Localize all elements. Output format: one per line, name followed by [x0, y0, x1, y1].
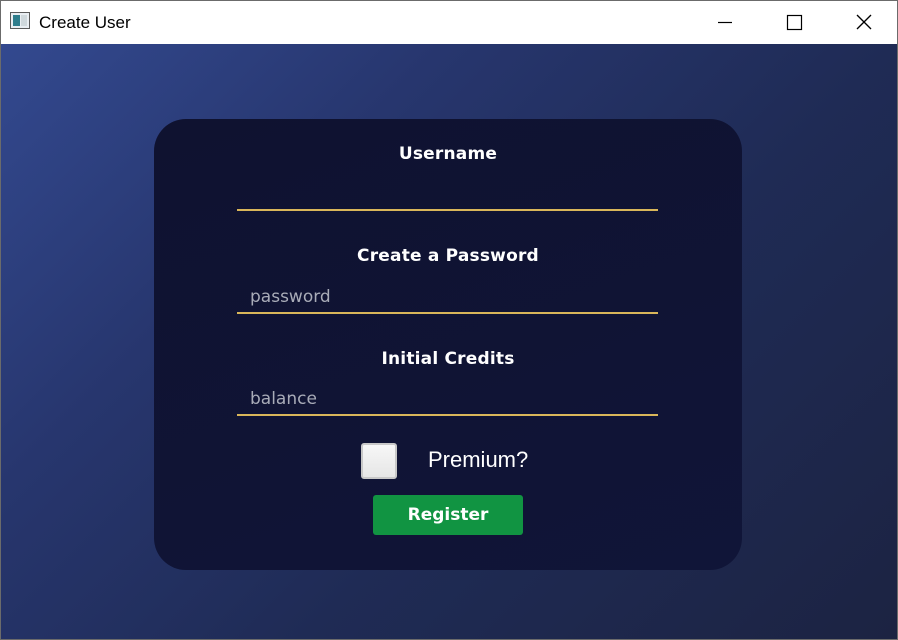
app-window-icon — [10, 12, 30, 29]
register-card: Username Create a Password Initial Credi… — [154, 119, 742, 570]
window-title: Create User — [39, 13, 131, 32]
credits-input[interactable] — [237, 384, 658, 416]
credits-label: Initial Credits — [381, 349, 515, 369]
username-label: Username — [398, 144, 498, 164]
password-input[interactable] — [237, 282, 658, 314]
content-area: Username Create a Password Initial Credi… — [1, 44, 897, 639]
register-button[interactable]: Register — [373, 495, 523, 535]
close-button[interactable] — [841, 1, 887, 44]
username-input[interactable] — [237, 179, 658, 211]
app-window: Create User Username Create a Password I… — [0, 0, 898, 640]
close-icon — [856, 14, 872, 30]
title-bar[interactable]: Create User — [1, 1, 897, 44]
premium-checkbox[interactable] — [361, 443, 397, 479]
maximize-button[interactable] — [771, 1, 817, 44]
maximize-icon — [786, 14, 803, 31]
premium-row: Premium? — [154, 441, 742, 481]
premium-label: Premium? — [428, 447, 529, 472]
minimize-icon — [718, 21, 732, 24]
password-label: Create a Password — [357, 246, 539, 266]
minimize-button[interactable] — [701, 1, 747, 44]
